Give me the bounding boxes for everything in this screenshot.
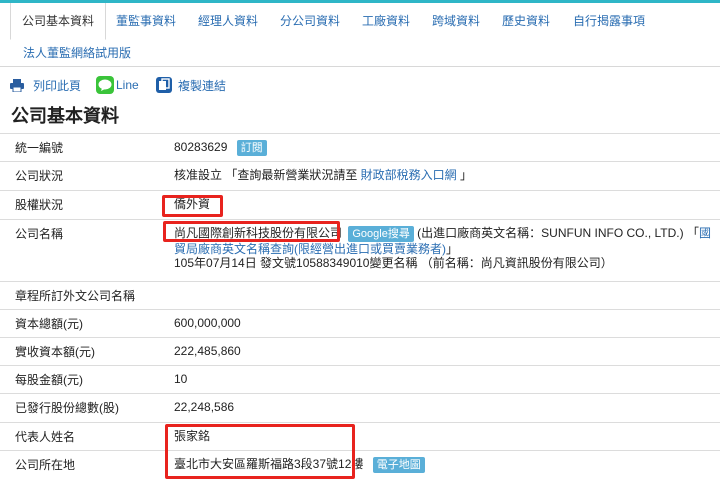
line-label: Line (116, 78, 139, 92)
tab-branches[interactable]: 分公司資料 (280, 12, 340, 29)
tab-cross-domain[interactable]: 跨域資料 (432, 12, 480, 29)
row-value: 張家銘 (160, 422, 720, 451)
tab-basic-info[interactable]: 公司基本資料 (10, 3, 107, 40)
tax-portal-link[interactable]: 財政部稅務入口網 (361, 168, 457, 182)
printer-icon (10, 78, 24, 92)
print-button[interactable]: 列印此頁 (10, 74, 81, 96)
page-title: 公司基本資料 (11, 106, 119, 126)
table-row: 每股金額(元) 10 (0, 365, 720, 394)
unified-number: 80283629 (174, 140, 228, 155)
copy-link-icon (156, 77, 172, 93)
table-row: 公司狀況 核准設立 「查詢最新營業狀況請至 財政部稅務入口網 」 (0, 161, 720, 191)
row-value: 222,485,860 (160, 337, 720, 366)
row-value: 80283629 訂閱 (160, 133, 720, 162)
representative-name: 張家銘 (174, 429, 211, 443)
table-row: 章程所訂外文公司名稱 (0, 281, 720, 310)
english-name-note: (出進口廠商英文名稱：SUNFUN INFO CO., LTD.) 「 (413, 226, 699, 241)
print-label: 列印此頁 (33, 78, 82, 93)
copy-link-label: 複製連結 (178, 78, 227, 93)
row-label: 實收資本額(元) (0, 337, 160, 366)
toolbar: 列印此頁 Line 複製連結 (0, 74, 720, 98)
table-row: 資本總額(元) 600,000,000 (0, 309, 720, 338)
tab-bar: 公司基本資料 董監事資料 經理人資料 分公司資料 工廠資料 跨域資料 歷史資料 … (0, 3, 720, 67)
row-value: 臺北市大安區羅斯福路3段37號12樓 電子地圖 (160, 450, 720, 481)
line-icon (96, 76, 114, 94)
google-search-button[interactable]: Google搜尋 (348, 226, 414, 242)
row-value: 僑外資 (160, 190, 720, 220)
map-button[interactable]: 電子地圖 (372, 457, 425, 473)
table-row: 股權狀況 僑外資 (0, 190, 720, 220)
tab-managers[interactable]: 經理人資料 (198, 12, 258, 29)
row-label: 公司所在地 (0, 450, 160, 481)
row-value: 10 (160, 365, 720, 394)
row-label: 股權狀況 (0, 190, 160, 220)
equity-status: 僑外資 (174, 197, 211, 211)
table-row: 代表人姓名 張家銘 (0, 422, 720, 451)
company-address: 臺北市大安區羅斯福路3段37號12樓 (174, 457, 364, 472)
status-text-end: 」 (456, 168, 473, 182)
row-label: 每股金額(元) (0, 365, 160, 394)
tab-self-disclosure[interactable]: 自行揭露事項 (573, 12, 645, 29)
status-text: 核准設立 「查詢最新營業狀況請至 (174, 168, 361, 182)
table-row: 實收資本額(元) 222,485,860 (0, 337, 720, 366)
copy-link-button[interactable]: 複製連結 (156, 74, 226, 96)
row-label: 統一編號 (0, 133, 160, 162)
english-name-note-end: 」 (446, 242, 459, 256)
table-row: 公司名稱 尚凡國際創新科技股份有限公司 Google搜尋 (出進口廠商英文名稱：… (0, 219, 720, 282)
table-row: 已發行股份總數(股) 22,248,586 (0, 393, 720, 423)
row-label: 已發行股份總數(股) (0, 393, 160, 423)
line-share-button[interactable]: Line (96, 74, 139, 96)
row-label: 章程所訂外文公司名稱 (0, 281, 160, 310)
row-value (160, 281, 720, 310)
tab-directors[interactable]: 董監事資料 (116, 12, 176, 29)
table-row: 公司所在地 臺北市大安區羅斯福路3段37號12樓 電子地圖 (0, 450, 720, 481)
table-row: 統一編號 80283629 訂閱 (0, 133, 720, 162)
row-label: 資本總額(元) (0, 309, 160, 338)
tab-history[interactable]: 歷史資料 (502, 12, 550, 29)
row-value: 22,248,586 (160, 393, 720, 423)
row-label: 代表人姓名 (0, 422, 160, 451)
company-info-table: 統一編號 80283629 訂閱 公司狀況 核准設立 「查詢最新營業狀況請至 財… (0, 133, 720, 481)
row-label: 公司名稱 (0, 219, 160, 282)
row-value: 尚凡國際創新科技股份有限公司 Google搜尋 (出進口廠商英文名稱：SUNFU… (160, 219, 720, 282)
row-label: 公司狀況 (0, 161, 160, 191)
tab-factories[interactable]: 工廠資料 (362, 12, 410, 29)
row-value: 核准設立 「查詢最新營業狀況請至 財政部稅務入口網 」 (160, 161, 720, 191)
subscribe-button[interactable]: 訂閱 (236, 140, 267, 156)
tab-network-trial[interactable]: 法人董監網絡試用版 (23, 44, 131, 61)
name-change-note: 105年07月14日 發文號10588349010變更名稱 （前名稱：尚凡資訊股… (174, 256, 613, 270)
row-value: 600,000,000 (160, 309, 720, 338)
company-name: 尚凡國際創新科技股份有限公司 (174, 226, 343, 241)
